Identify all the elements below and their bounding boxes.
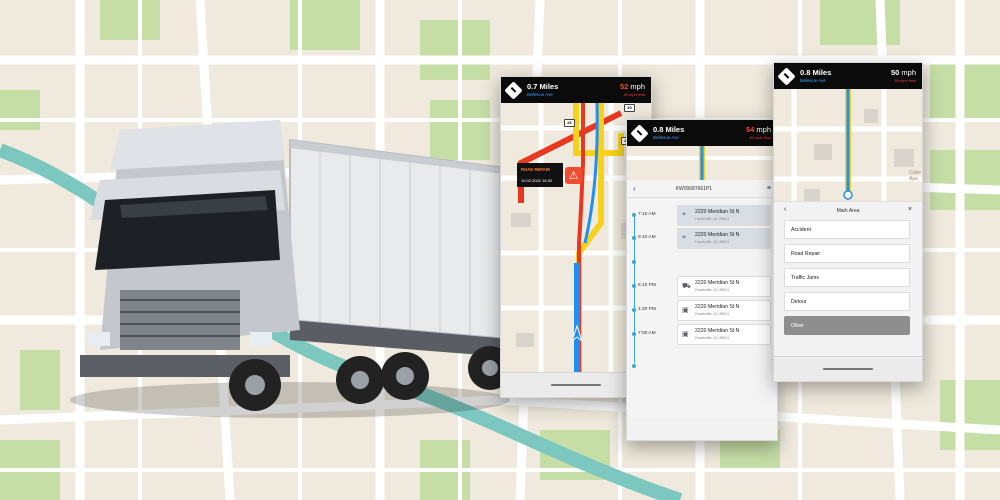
close-icon[interactable]: × [908,206,912,213]
turn-right-icon [504,80,523,100]
option-accident[interactable]: Accident [784,220,910,239]
speed-value: 52 [619,82,629,92]
speed-value: 54 [745,125,755,135]
speed-value: 50 [890,68,900,78]
pin-icon: ⌖ [682,234,686,241]
option-road-repair[interactable]: Road Repair [784,244,910,263]
schedule-header: ‹ KW00687661P1 ≡ [627,180,777,198]
timeline-dot [632,364,636,368]
street-label: Bellevue Ave [800,77,826,83]
speed-unit: mph [901,68,916,78]
route-tag: 20 [624,104,635,112]
map-label-line2: Apa [909,175,918,182]
speed-limit-label: 50 mph limit [749,134,771,140]
truck-illustration [70,120,520,418]
stop-city: Huntsville, AL 35811 [695,217,730,221]
navigation-header: 0.7 Miles Bellevue Ave 52 mph 45 mph lim… [501,77,651,103]
street-label: Bellevue Ave [527,91,553,97]
stop-time: 7:00 AM [638,331,656,336]
option-other[interactable]: Other [784,316,910,335]
phone-route-schedule: 0.8 Miles Bellevue Ave 54 mph 50 mph lim… [626,119,778,441]
sheet-title: Mark Area [836,208,860,214]
schedule-stop[interactable]: ⌖ 2220 Meridian St N Huntsville, AL 3581… [677,205,771,226]
stop-address: 2220 Meridian St N [695,304,740,310]
stop-time: 6:15 PM [638,283,656,288]
option-traffic-jams[interactable]: Traffic Jams [784,268,910,287]
stop-city: Huntsville, AL 35811 [695,288,730,292]
stop-time: 1:20 PM [638,307,656,312]
road-repair-icon[interactable]: ⚠ [565,167,582,184]
bottom-sheet-handle[interactable] [774,356,922,381]
turn-right-icon [777,66,796,86]
mark-area-sheet: ‹ Mark Area × Accident Road Repair Traff… [774,201,922,356]
route-tag: 26 [564,119,575,127]
speed-limit-label: 45 mph limit [623,91,645,97]
timeline-dot [632,213,636,217]
option-detour[interactable]: Detour [784,292,910,311]
stop-city: Huntsville, AL 35811 [695,312,730,316]
schedule-stop[interactable]: ▣ 2220 Meridian St N Huntsville, AL 3581… [677,300,771,321]
distance-label: 0.8 Miles [653,125,685,134]
stop-address: 2220 Meridian St N [695,280,740,286]
navigation-header: 0.8 Miles Bellevue Ave 50 mph 50 mph lim… [774,63,922,89]
timeline-dot [632,332,636,336]
box-icon: ▣ [682,331,689,338]
timeline-dot [632,284,636,288]
timeline-dot [632,236,636,240]
road-repair-alert-card[interactable]: ROAD REPAIR 19.02.2022 18:32 [517,163,563,187]
stop-address: 2220 Meridian St N [695,232,740,238]
speed-unit: mph [630,82,645,92]
sheet-header: ‹ Mark Area × [774,206,922,216]
map-preview [627,146,777,180]
stop-city: Huntsville, AL 35811 [695,240,730,244]
alert-title: ROAD REPAIR [521,167,551,172]
box-icon: ▣ [682,307,689,314]
turn-right-icon [630,123,649,143]
back-arrow-icon[interactable]: ‹ [633,184,636,193]
schedule-stop[interactable]: ▣ 2220 Meridian St N Huntsville, AL 3581… [677,324,771,345]
stop-city: Huntsville, AL 35811 [695,336,730,340]
stop-address: 2220 Meridian St N [695,209,740,215]
timeline-dot [632,308,636,312]
schedule-stop[interactable]: ⛟ 2220 Meridian St N Huntsville, AL 3581… [677,276,771,297]
pin-icon: ⌖ [682,211,686,218]
stop-time: 7:10 AM [638,212,656,217]
phone-mark-area: 0.8 Miles Bellevue Ave 50 mph 50 mph lim… [773,62,923,382]
schedule-stop[interactable]: ⌖ 2220 Meridian St N Huntsville, AL 3581… [677,228,771,249]
speed-unit: mph [756,125,771,135]
truck-icon: ⛟ [682,283,691,290]
stop-address: 2220 Meridian St N [695,328,740,334]
navigation-header: 0.8 Miles Bellevue Ave 54 mph 50 mph lim… [627,120,777,146]
alert-datetime: 19.02.2022 18:32 [521,178,553,183]
distance-label: 0.8 Miles [800,68,832,77]
menu-icon[interactable]: ≡ [767,185,771,192]
order-id: KW00687661P1 [675,185,713,192]
timeline-dot [632,260,636,264]
speed-limit-label: 50 mph limit [894,77,916,83]
schedule-panel: ‹ KW00687661P1 ≡ 7:10 AM ⌖ 2220 Meridian… [627,180,777,418]
distance-label: 0.7 Miles [527,82,559,91]
stop-time: 9:10 AM [638,235,656,240]
map-place-label: Color Apa [909,170,921,182]
street-label: Bellevue Ave [653,134,679,140]
